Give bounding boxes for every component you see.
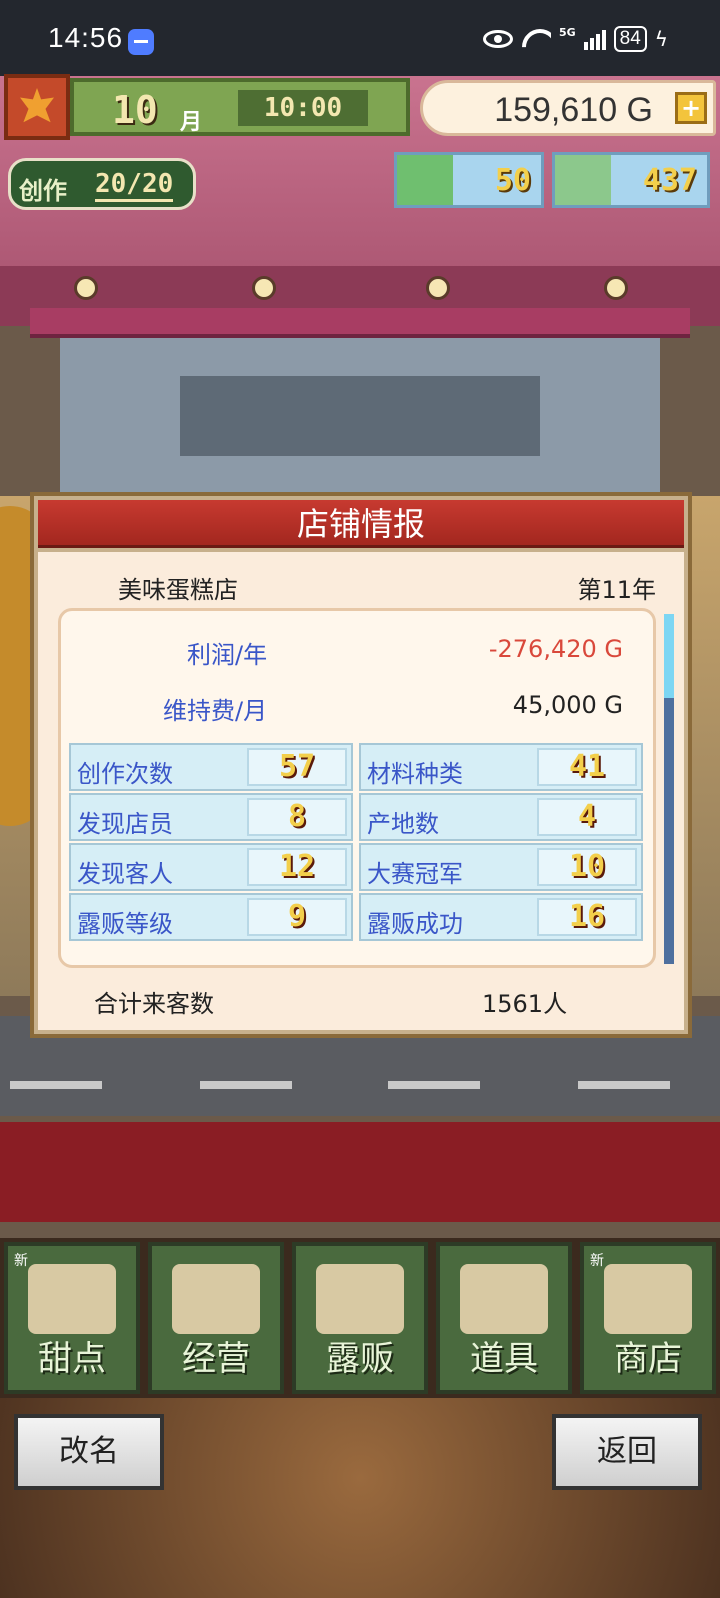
wifi-icon <box>521 27 551 51</box>
coin-counter: 437 <box>552 152 710 208</box>
shop-awning <box>30 308 690 338</box>
new-badge: 新 <box>14 1253 28 1269</box>
stat-value: 8 <box>247 798 347 836</box>
profit-value: -276,420 G <box>488 635 623 663</box>
stat-cell: 大赛冠军 10 <box>359 843 643 891</box>
stat-cell: 材料种类 41 <box>359 743 643 791</box>
dialog-body[interactable]: 美味蛋糕店 第11年 利润/年 -276,420 G 维持费/月 45,000 … <box>38 552 684 1030</box>
gold-panel: 159,610 G + <box>420 80 716 136</box>
kitchen-ovens <box>180 376 540 456</box>
menu-label: 商店 <box>614 1339 682 1379</box>
bottom-menu: 新 甜点 经营 露贩 道具 新 商店 <box>0 1238 720 1398</box>
cart-icon <box>604 1264 692 1334</box>
shop-info-dialog: 店铺情报 美味蛋糕店 第11年 利润/年 -276,420 G 维持费/月 45… <box>30 492 692 1038</box>
menu-label: 甜点 <box>38 1339 106 1379</box>
charging-icon: ϟ <box>654 27 668 51</box>
scrollbar-thumb[interactable] <box>664 614 674 698</box>
lamp-icon <box>74 276 98 300</box>
gold-bar-icon <box>397 155 453 205</box>
month-unit: 月 <box>180 110 203 135</box>
lamp-icon <box>252 276 276 300</box>
lamp-icon <box>426 276 450 300</box>
total-visitors-value: 1561人 <box>482 990 568 1018</box>
stat-label: 发现店员 <box>77 810 173 838</box>
stats-grid: 创作次数 57 材料种类 41 发现店员 8 产地数 4 发现客人 12 大赛冠… <box>69 743 645 947</box>
stat-value: 4 <box>537 798 637 836</box>
coin-value: 437 <box>642 163 697 198</box>
stat-label: 产地数 <box>367 810 439 838</box>
create-label: 创作 <box>19 177 67 205</box>
stat-label: 创作次数 <box>77 760 173 788</box>
date-panel: 10 月 10:00 <box>70 78 410 136</box>
add-gold-button[interactable]: + <box>675 92 707 124</box>
road-line <box>200 1081 292 1089</box>
total-visitors-label: 合计来客数 <box>94 990 214 1018</box>
stat-cell: 露贩等级 9 <box>69 893 353 941</box>
road-line <box>388 1081 480 1089</box>
coin-icon <box>555 155 611 205</box>
gear-bag-icon <box>460 1264 548 1334</box>
gold-bar-value: 50 <box>494 163 531 198</box>
stat-cell: 创作次数 57 <box>69 743 353 791</box>
game-screen: 14:56 5G 84 ϟ 10 月 10:00 159,610 G + 创作 … <box>0 0 720 1598</box>
menu-label: 露贩 <box>326 1339 394 1379</box>
create-value: 20/20 <box>95 169 174 202</box>
menu-manage-button[interactable]: 经营 <box>148 1242 284 1394</box>
gold-bar-counter: 50 <box>394 152 544 208</box>
footer: 改名 返回 <box>0 1398 720 1598</box>
stat-value: 57 <box>247 748 347 786</box>
stat-cell: 露贩成功 16 <box>359 893 643 941</box>
signal-icon <box>583 28 606 50</box>
stat-label: 发现客人 <box>77 860 173 888</box>
stats-panel[interactable]: 利润/年 -276,420 G 维持费/月 45,000 G 创作次数 57 材… <box>58 608 656 968</box>
red-carpet <box>0 1122 720 1222</box>
shop-icon <box>172 1264 260 1334</box>
menu-foodtruck-button[interactable]: 露贩 <box>292 1242 428 1394</box>
profit-label: 利润/年 <box>187 641 268 669</box>
stat-value: 16 <box>537 898 637 936</box>
stat-value: 41 <box>537 748 637 786</box>
shop-name: 美味蛋糕店 <box>118 576 238 604</box>
road-line <box>578 1081 670 1089</box>
rename-button[interactable]: 改名 <box>14 1414 164 1490</box>
stat-value: 10 <box>537 848 637 886</box>
message-icon <box>128 29 154 55</box>
stat-value: 12 <box>247 848 347 886</box>
upkeep-label: 维持费/月 <box>163 697 268 725</box>
menu-label: 道具 <box>470 1339 538 1379</box>
menu-items-button[interactable]: 道具 <box>436 1242 572 1394</box>
gold-value: 159,610 G <box>494 91 653 129</box>
month-value: 10 <box>112 88 158 132</box>
upkeep-value: 45,000 G <box>512 691 623 719</box>
truck-icon <box>316 1264 404 1334</box>
stat-label: 大赛冠军 <box>367 860 463 888</box>
clock: 10:00 <box>238 90 368 126</box>
back-button[interactable]: 返回 <box>552 1414 702 1490</box>
scrollbar[interactable] <box>664 614 674 964</box>
maple-leaf-icon <box>4 74 70 140</box>
lamp-icon <box>604 276 628 300</box>
status-bar: 14:56 5G 84 ϟ <box>0 0 720 76</box>
network-type: 5G <box>558 26 576 39</box>
menu-label: 经营 <box>182 1339 250 1379</box>
menu-dessert-button[interactable]: 新 甜点 <box>4 1242 140 1394</box>
stat-cell: 发现客人 12 <box>69 843 353 891</box>
eye-icon <box>482 30 513 48</box>
status-time: 14:56 <box>48 22 124 53</box>
stat-label: 材料种类 <box>367 760 463 788</box>
road-line <box>10 1081 102 1089</box>
create-counter: 创作 20/20 <box>8 158 196 210</box>
shop-year: 第11年 <box>577 576 656 604</box>
cake-icon <box>28 1264 116 1334</box>
battery-level: 84 <box>613 26 647 52</box>
new-badge: 新 <box>590 1253 604 1269</box>
stat-cell: 发现店员 8 <box>69 793 353 841</box>
stat-value: 9 <box>247 898 347 936</box>
stat-label: 露贩成功 <box>367 910 463 938</box>
stat-cell: 产地数 4 <box>359 793 643 841</box>
menu-store-button[interactable]: 新 商店 <box>580 1242 716 1394</box>
stat-label: 露贩等级 <box>77 910 173 938</box>
dialog-title: 店铺情报 <box>38 500 684 548</box>
